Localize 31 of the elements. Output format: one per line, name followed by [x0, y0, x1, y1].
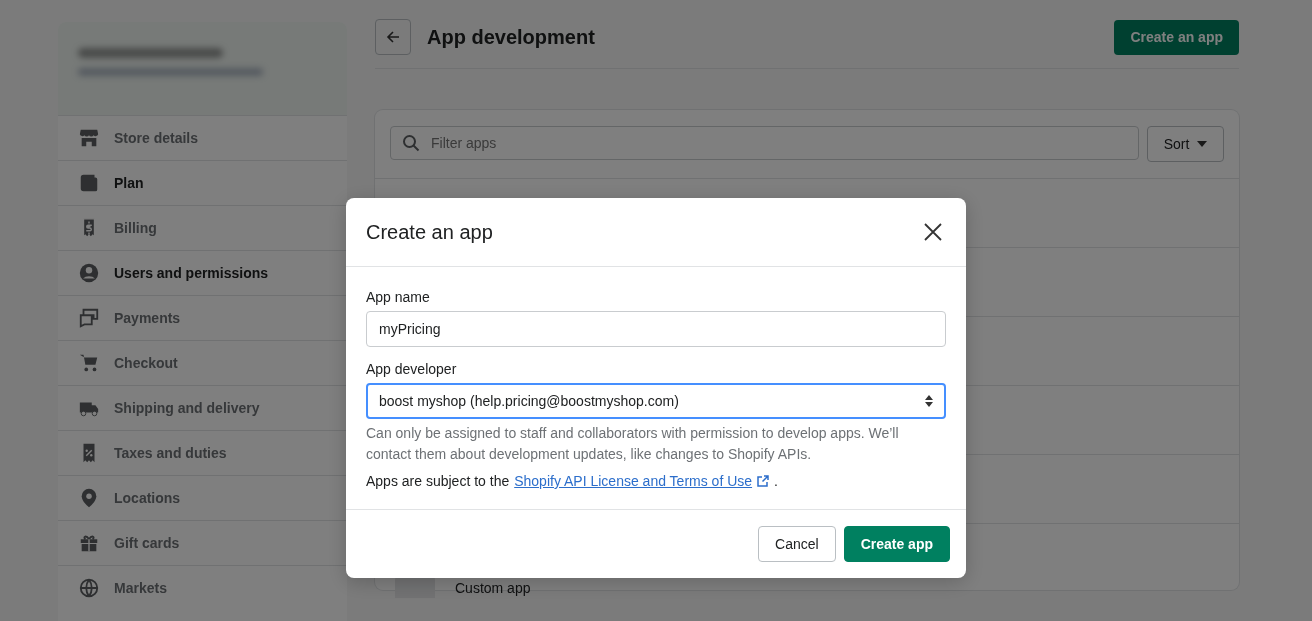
app-name: Custom app: [455, 580, 531, 598]
user-icon: [78, 262, 100, 284]
cancel-button[interactable]: Cancel: [758, 526, 836, 562]
cart-icon: [78, 352, 100, 374]
sidebar-item[interactable]: Store details: [58, 115, 347, 160]
create-app-button[interactable]: Create an app: [1114, 19, 1239, 55]
dialog-title: Create an app: [366, 220, 493, 244]
select-arrows-icon: [925, 395, 933, 407]
app-thumbnail: [395, 576, 435, 598]
globe-icon: [78, 577, 100, 599]
back-arrow-icon: [385, 29, 401, 45]
sort-button[interactable]: Sort: [1147, 126, 1224, 162]
field-label: App name: [366, 289, 431, 305]
terms-link[interactable]: Shopify API License and Terms of Use: [514, 473, 753, 489]
close-icon: [924, 223, 942, 241]
filter-field[interactable]: Filter apps: [390, 126, 1139, 160]
help-text: Can only be assigned to staff and collaborators with permission to develop apps. We’ll contact them about development updates, like changes to Shopify APIs.: [366, 424, 900, 464]
sidebar-item[interactable]: Plan: [58, 160, 347, 205]
app-name-field[interactable]: myPricing: [366, 311, 946, 347]
page-title: App development: [427, 25, 596, 49]
external-link-icon: [757, 475, 770, 487]
field-label: App developer: [366, 361, 458, 377]
caret-icon: [1197, 141, 1208, 147]
period-text: .: [774, 473, 778, 489]
sidebar-item[interactable]: Markets: [58, 565, 347, 610]
developer-select[interactable]: boost myshop (help.pricing@boostmyshop.com): [366, 383, 946, 419]
back-button[interactable]: [375, 19, 411, 55]
search-icon: [402, 134, 420, 152]
terms-text: Apps are subject to the: [366, 473, 510, 489]
store-icon: [78, 127, 100, 149]
create-app-button[interactable]: Create app: [843, 526, 950, 562]
